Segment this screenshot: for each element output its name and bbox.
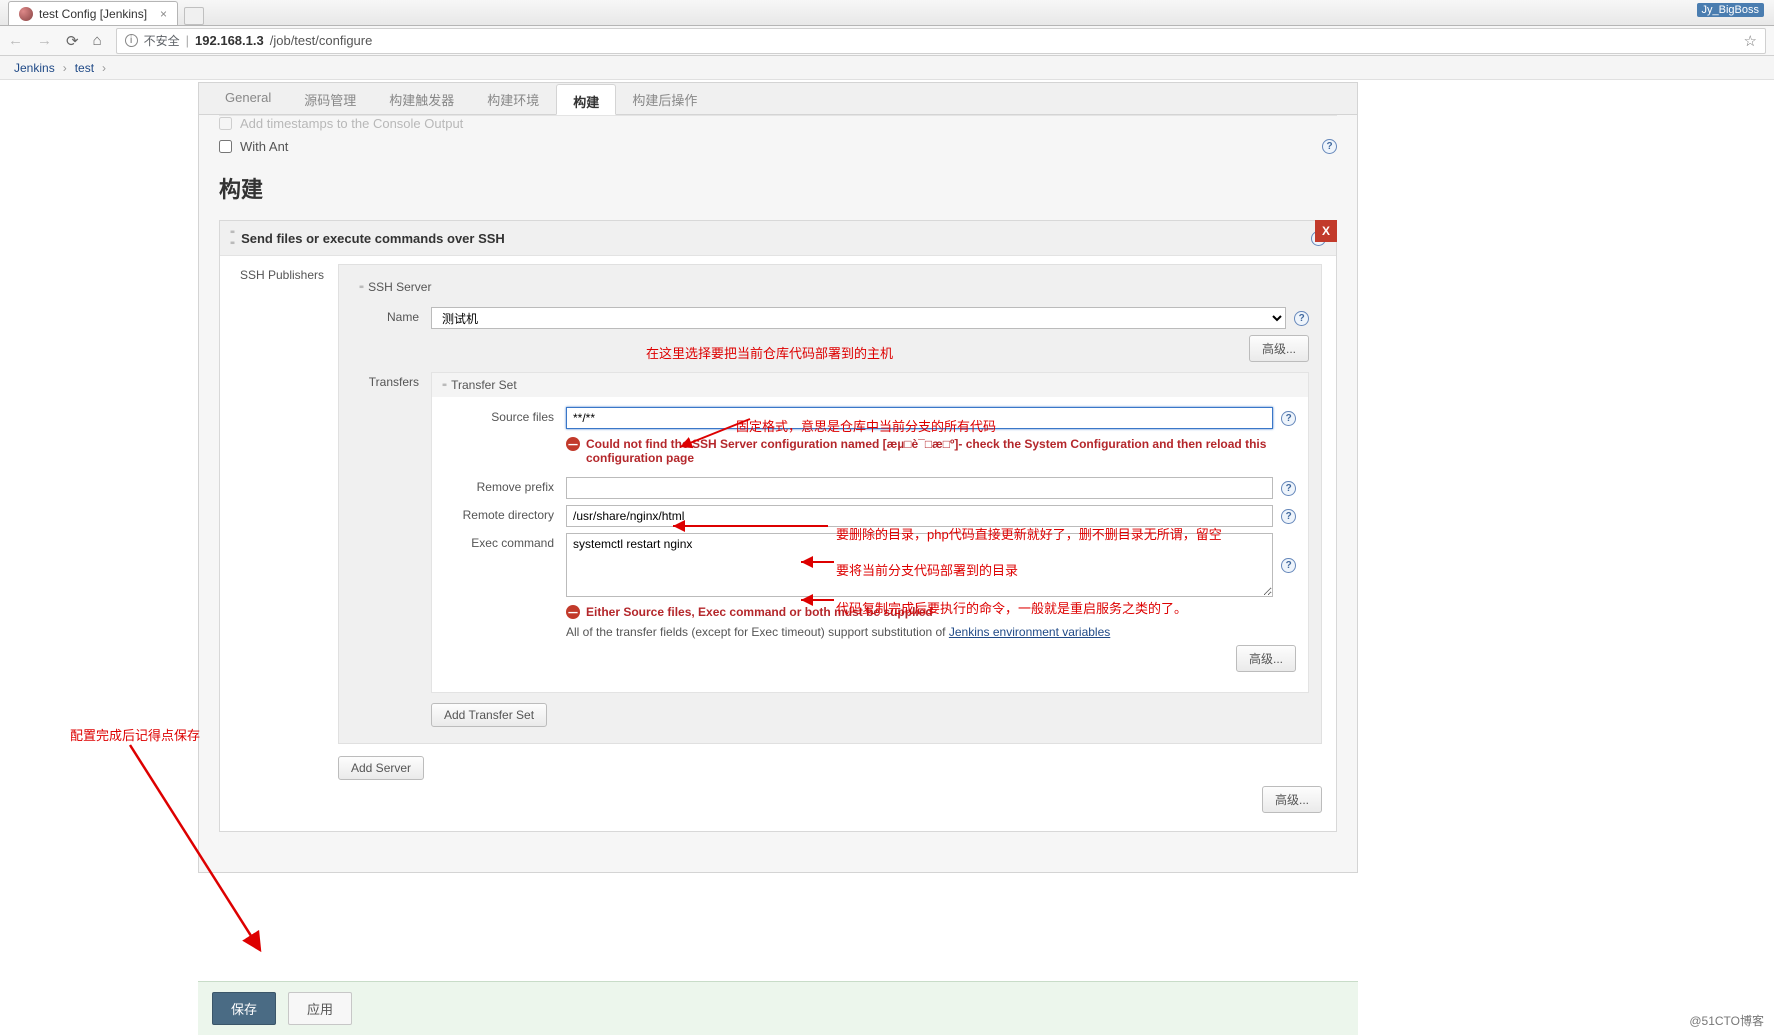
help-icon[interactable]: ? [1281,558,1296,573]
exec-command-label: Exec command [444,533,554,550]
browser-tab-strip: test Config [Jenkins] × Jy_BigBoss [0,0,1774,26]
step-title: Send files or execute commands over SSH [241,231,505,246]
info-icon[interactable]: i [125,34,138,47]
step-header[interactable]: ▪▪▪▪ Send files or execute commands over… [220,221,1336,256]
build-section-title: 构建 [219,172,1337,204]
timestamps-label: Add timestamps to the Console Output [240,116,463,131]
reload-icon[interactable]: ⟳ [66,32,79,50]
source-files-label: Source files [444,407,554,424]
ssh-publishers-label: SSH Publishers [234,264,324,823]
env-vars-link[interactable]: Jenkins environment variables [949,625,1110,639]
url-host: 192.168.1.3 [195,33,264,48]
transfers-label: Transfers [351,372,419,389]
drag-handle-icon[interactable]: ▪▪▪▪ [230,227,233,249]
breadcrumb-job[interactable]: test [75,61,94,75]
timestamps-checkbox [219,117,232,130]
transfer-set-panel: ▪▪ Transfer Set Source files [431,372,1309,693]
watermark: @51CTO博客 [1689,1012,1764,1029]
exec-error: － Either Source files, Exec command or b… [566,605,1296,619]
with-ant-checkbox[interactable] [219,140,232,153]
drag-handle-icon[interactable]: ▪▪ [442,380,445,391]
error-icon: － [566,437,580,451]
source-files-error: － Could not find the SSH Server configur… [566,437,1296,465]
tab-build[interactable]: 构建 [556,84,616,115]
home-icon[interactable]: ⌂ [93,32,102,49]
error-icon: － [566,605,580,619]
tab-post[interactable]: 构建后操作 [616,83,714,114]
add-server-button[interactable]: Add Server [338,756,424,780]
remove-prefix-label: Remove prefix [444,477,554,494]
exec-command-input[interactable]: systemctl restart nginx [566,533,1273,597]
breadcrumb-root[interactable]: Jenkins [14,61,55,75]
delete-step-button[interactable]: X [1315,220,1337,242]
add-transfer-set-button[interactable]: Add Transfer Set [431,703,547,727]
advanced-button[interactable]: 高级... [1249,335,1309,362]
url-input[interactable]: i 不安全 | 192.168.1.3/job/test/configure ☆ [116,28,1766,54]
tab-scm[interactable]: 源码管理 [288,83,373,114]
apply-button[interactable]: 应用 [288,992,352,1025]
new-tab-button[interactable] [184,7,204,25]
back-icon[interactable]: ← [8,32,23,49]
build-step-ssh: X ▪▪▪▪ Send files or execute commands ov… [219,220,1337,832]
insecure-label: 不安全 [144,32,180,49]
chevron-right-icon: › [102,61,106,75]
help-icon[interactable]: ? [1281,411,1296,426]
remote-directory-label: Remote directory [444,505,554,522]
config-tab-strip: General 源码管理 构建触发器 构建环境 构建 构建后操作 [198,82,1358,114]
with-ant-label: With Ant [240,139,288,154]
substitution-hint: All of the transfer fields (except for E… [566,625,1296,639]
jenkins-favicon [19,7,33,21]
help-icon[interactable]: ? [1281,481,1296,496]
forward-icon[interactable]: → [37,32,52,49]
bottom-action-bar: 保存 应用 [198,981,1358,1035]
chevron-right-icon: › [63,61,67,75]
save-button[interactable]: 保存 [212,992,276,1025]
transfer-set-header: ▪▪ Transfer Set [432,373,1308,397]
remote-directory-input[interactable] [566,505,1273,527]
config-content: Add timestamps to the Console Output Wit… [198,114,1358,873]
drag-handle-icon[interactable]: ▪▪ [359,282,362,293]
tab-triggers[interactable]: 构建触发器 [373,83,471,114]
help-icon[interactable]: ? [1322,139,1337,154]
source-files-input[interactable] [566,407,1273,429]
bookmark-icon[interactable]: ☆ [1744,32,1757,50]
user-badge: Jy_BigBoss [1697,3,1764,17]
ssh-server-header: ▪▪ SSH Server [351,275,1309,299]
breadcrumb: Jenkins › test › [0,56,1774,80]
advanced-button[interactable]: 高级... [1236,645,1296,672]
close-icon[interactable]: × [160,7,167,21]
ssh-publisher-panel: ▪▪ SSH Server Name 测试机 ? [338,264,1322,744]
url-path: /job/test/configure [270,33,373,48]
address-bar: ← → ⟳ ⌂ i 不安全 | 192.168.1.3/job/test/con… [0,26,1774,56]
help-icon[interactable]: ? [1294,311,1309,326]
advanced-button[interactable]: 高级... [1262,786,1322,813]
tab-env[interactable]: 构建环境 [471,83,556,114]
help-icon[interactable]: ? [1281,509,1296,524]
browser-tab[interactable]: test Config [Jenkins] × [8,1,178,25]
remove-prefix-input[interactable] [566,477,1273,499]
name-label: Name [351,307,419,324]
ssh-server-select[interactable]: 测试机 [431,307,1286,329]
tab-general[interactable]: General [209,83,288,114]
tab-title: test Config [Jenkins] [39,7,147,21]
